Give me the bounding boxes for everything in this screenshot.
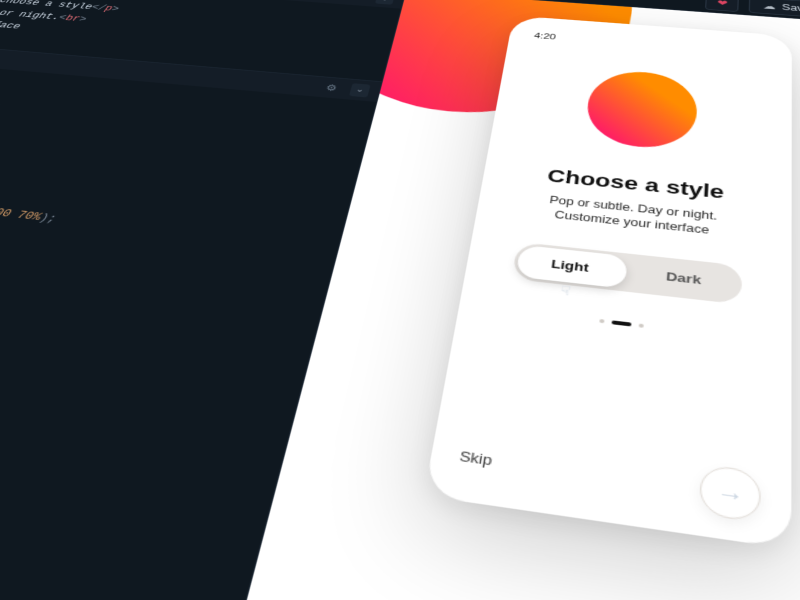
switch-option-dark[interactable]: Dark (625, 253, 743, 304)
theme-switch[interactable]: Light Dark ☟ (512, 242, 743, 305)
next-button[interactable]: → (699, 464, 761, 523)
arrow-right-icon: → (716, 478, 744, 508)
switch-option-light[interactable]: Light (512, 242, 629, 292)
page-indicator (599, 319, 644, 328)
gradient-circle (583, 68, 699, 152)
save-label: Save (782, 2, 800, 13)
status-bar-time: 4:20 (533, 32, 556, 42)
css-settings-icon[interactable]: ⚙ (325, 82, 339, 93)
cloud-icon: ☁ (763, 1, 776, 11)
like-button[interactable]: ❤ (705, 0, 739, 12)
css-collapse-icon[interactable]: ⌄ (349, 83, 371, 97)
html-collapse-icon[interactable]: ⌄ (375, 0, 395, 5)
html-settings-icon[interactable]: ⚙ (352, 0, 365, 1)
heart-icon: ❤ (717, 0, 728, 8)
skip-button[interactable]: Skip (458, 447, 493, 468)
